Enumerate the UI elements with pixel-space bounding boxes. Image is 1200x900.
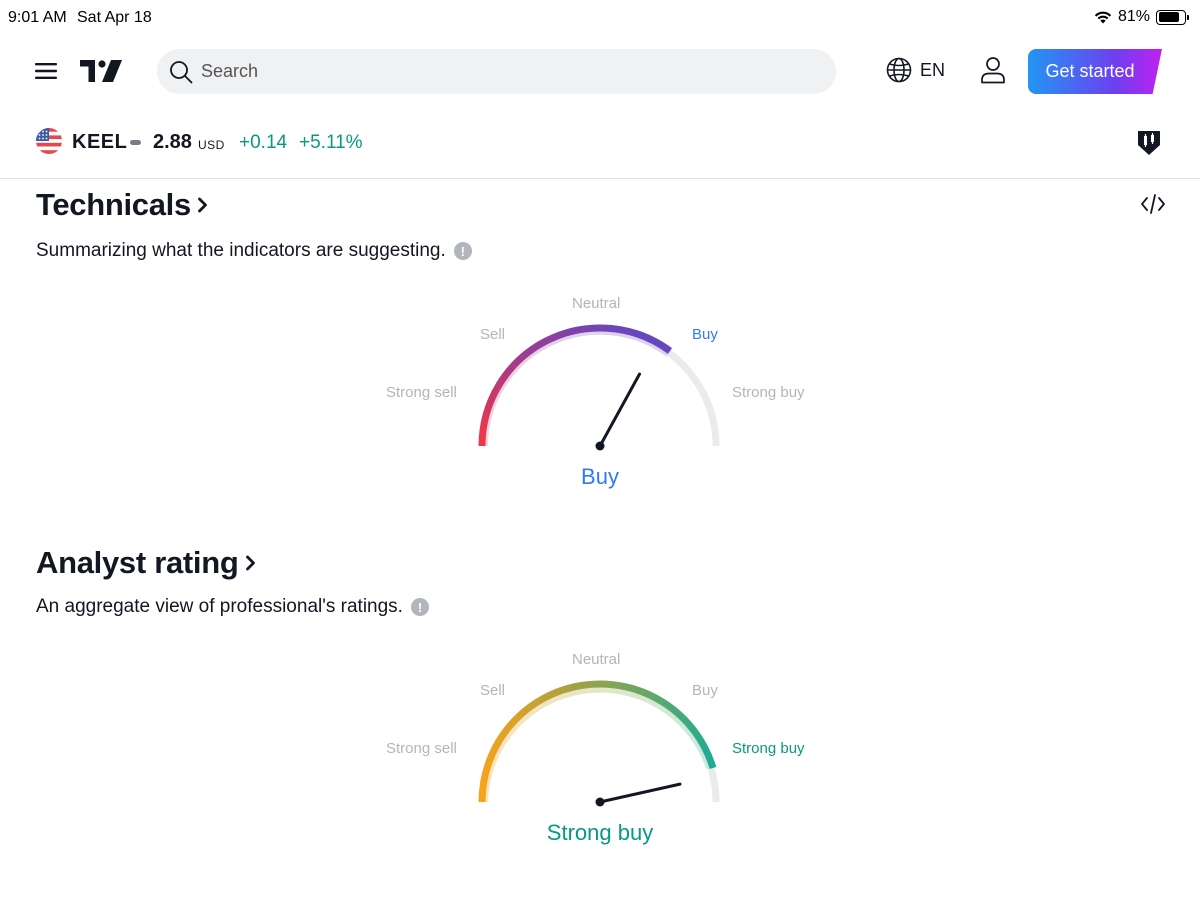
technicals-title[interactable]: Technicals bbox=[36, 187, 209, 223]
ticker-symbol: KEEL bbox=[72, 131, 128, 153]
analyst-rating-title-text: Analyst rating bbox=[36, 545, 239, 580]
analyst-rating-gauge: Strong sell Sell Neutral Buy Strong buy … bbox=[370, 636, 830, 856]
market-status-dash bbox=[130, 140, 141, 145]
ticker-change: +0.14 bbox=[239, 132, 288, 153]
info-icon[interactable]: ! bbox=[453, 242, 472, 260]
battery-percent: 81% bbox=[1117, 8, 1150, 25]
language-label: EN bbox=[920, 59, 946, 80]
label-buy: Buy bbox=[692, 326, 718, 343]
get-started-button[interactable]: Get started bbox=[1028, 49, 1162, 94]
label-neutral: Neutral bbox=[572, 651, 621, 668]
analyst-rating-subtitle: An aggregate view of professional's rati… bbox=[36, 596, 429, 618]
label-sell: Sell bbox=[480, 326, 506, 343]
label-strong-buy: Strong buy bbox=[732, 384, 805, 401]
search-input[interactable] bbox=[201, 61, 801, 82]
chevron-right-icon bbox=[198, 197, 207, 213]
status-date: Sat Apr 18 bbox=[77, 9, 152, 26]
gauge-track bbox=[480, 326, 720, 447]
gauge-arc bbox=[478, 324, 673, 447]
analyst-rating-subtitle-text: An aggregate view of professional's rati… bbox=[36, 596, 403, 617]
technicals-result: Buy bbox=[581, 464, 619, 489]
technicals-subtitle-text: Summarizing what the indicators are sugg… bbox=[36, 240, 446, 261]
label-sell: Sell bbox=[480, 682, 506, 699]
info-icon[interactable]: ! bbox=[410, 598, 429, 616]
search-bar[interactable] bbox=[157, 49, 836, 94]
language-selector[interactable]: EN bbox=[886, 57, 945, 83]
status-right: 81% bbox=[1094, 8, 1189, 26]
battery-icon bbox=[1156, 9, 1189, 25]
label-strong-buy: Strong buy bbox=[732, 740, 805, 757]
gauge-needle bbox=[598, 782, 682, 804]
analyst-rating-result: Strong buy bbox=[546, 820, 654, 845]
us-flag-icon bbox=[36, 128, 62, 154]
search-icon bbox=[170, 60, 193, 83]
ticker-change-percent: +5.11% bbox=[299, 132, 363, 153]
technicals-subtitle: Summarizing what the indicators are sugg… bbox=[36, 240, 472, 262]
label-buy: Buy bbox=[692, 682, 718, 699]
tradingview-logo[interactable] bbox=[80, 58, 124, 84]
gauge-needle-pivot bbox=[595, 797, 605, 807]
ticker-currency: USD bbox=[198, 138, 225, 152]
status-time: 9:01 AM bbox=[8, 9, 67, 26]
menu-icon[interactable] bbox=[34, 60, 58, 82]
user-icon[interactable] bbox=[980, 56, 1006, 84]
gauge-arc-inner bbox=[482, 328, 670, 447]
symbol-header: KEEL 2.88 USD +0.14 +5.11% bbox=[0, 112, 1200, 179]
chevron-right-icon bbox=[245, 555, 255, 571]
top-nav: EN Get started bbox=[0, 44, 1200, 100]
battery-level bbox=[1158, 12, 1179, 22]
technicals-title-text: Technicals bbox=[36, 187, 191, 222]
technicals-gauge: Strong sell Sell Neutral Buy Strong buy … bbox=[370, 280, 830, 500]
wifi-icon bbox=[1094, 11, 1112, 24]
status-bar: 9:01 AM Sat Apr 18 81% bbox=[0, 0, 1200, 36]
label-strong-sell: Strong sell bbox=[386, 384, 457, 401]
analyst-rating-title[interactable]: Analyst rating bbox=[36, 545, 257, 581]
label-neutral: Neutral bbox=[572, 295, 621, 312]
pine-editor-icon[interactable] bbox=[1134, 127, 1164, 157]
label-strong-sell: Strong sell bbox=[386, 740, 457, 757]
embed-code-icon[interactable] bbox=[1140, 193, 1166, 215]
gauge-needle bbox=[598, 372, 641, 448]
ticker-price: 2.88 bbox=[153, 131, 192, 153]
gauge-needle-pivot bbox=[595, 441, 605, 451]
globe-icon bbox=[886, 57, 912, 83]
